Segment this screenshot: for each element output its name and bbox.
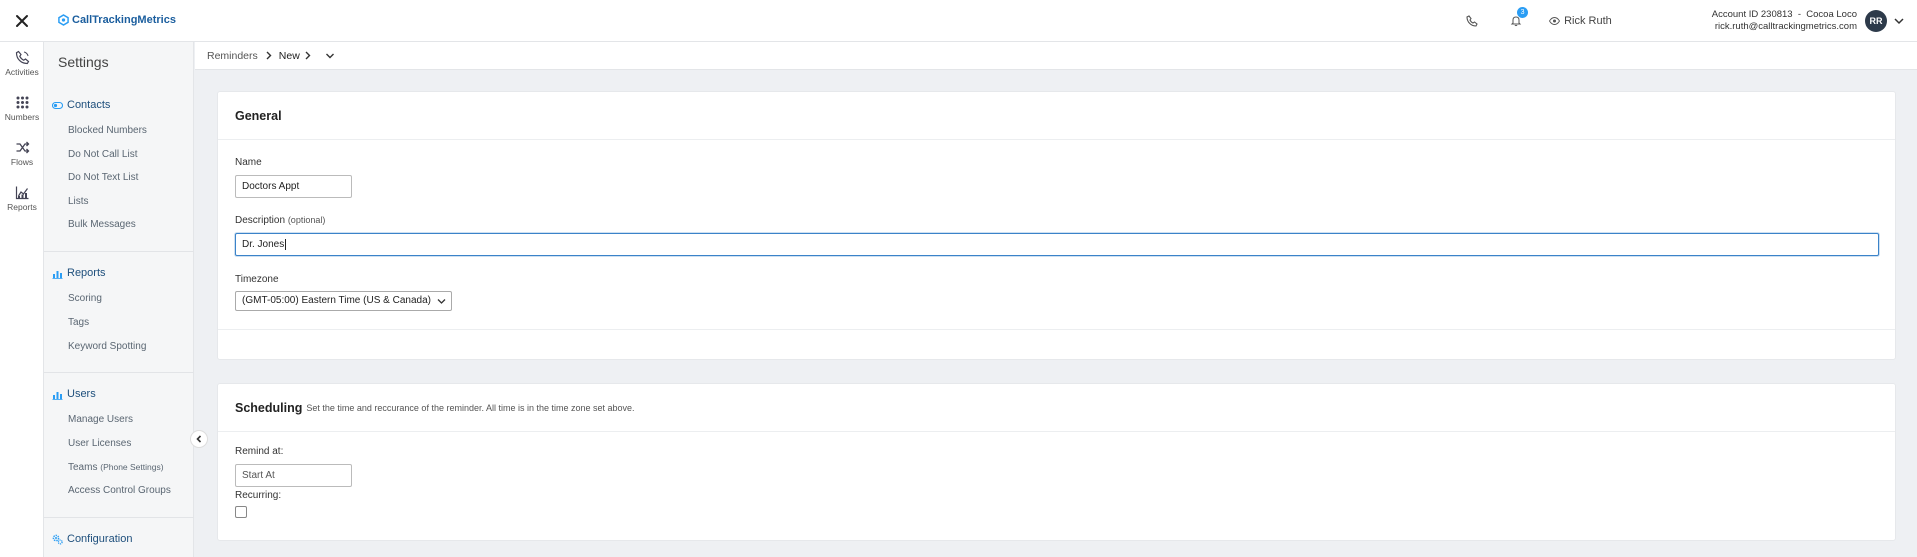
remind-at-input[interactable]: Start At [235,464,352,487]
section-contacts[interactable]: Contacts [52,99,110,111]
sidebar-item-keyword-spotting[interactable]: Keyword Spotting [68,341,146,352]
grid-icon [16,96,28,109]
breadcrumb-new: New [278,49,300,62]
description-label: Description (optional) [235,215,325,226]
close-icon[interactable] [12,11,32,31]
card-header: Scheduling Set the time and reccurance o… [218,384,1895,432]
optional-hint: (optional) [287,215,326,225]
text-caret [285,238,287,250]
user-name: Rick Ruth [1564,15,1612,27]
recurring-checkbox[interactable] [235,506,247,518]
sidebar-item-do-not-call[interactable]: Do Not Call List [68,149,137,160]
sidebar-item-teams[interactable]: Teams (Phone Settings) [68,462,164,473]
sidebar-item-user-licenses[interactable]: User Licenses [68,438,131,449]
chevron-left-icon [196,435,202,443]
rail-item-reports[interactable]: Reports [0,185,44,212]
rail-item-flows[interactable]: Flows [0,140,44,167]
section-heading: Users [67,388,96,400]
remind-at-label: Remind at: [235,446,284,457]
chevron-down-icon [437,299,446,304]
chevron-right-icon [305,51,311,60]
account-line: Account ID 230813 - Cocoa Loco [1711,9,1857,20]
rail-label: Flows [10,157,34,167]
chart-icon [15,186,28,200]
section-configuration[interactable]: Configuration [52,533,132,545]
chevron-right-icon [266,51,272,60]
sidebar-item-blocked-numbers[interactable]: Blocked Numbers [68,125,147,136]
logo-mark-icon [58,14,69,26]
phone-icon[interactable] [1463,12,1481,30]
bar-chart-icon [52,391,63,400]
section-users[interactable]: Users [52,388,96,400]
name-input[interactable]: Doctors Appt [235,175,352,198]
sidebar-item-access-control-groups[interactable]: Access Control Groups [68,485,171,496]
sidebar-divider [44,251,194,252]
user-link[interactable]: Rick Ruth [1549,15,1612,27]
section-reports[interactable]: Reports [52,267,106,279]
sidebar-item-lists[interactable]: Lists [68,196,89,207]
logo-text: CallTrackingMetrics [72,14,176,26]
phone-icon [15,50,29,65]
top-bar: CallTrackingMetrics 3 Rick Ruth Account … [0,0,1917,42]
bar-chart-icon [52,270,63,279]
timezone-value: (GMT-05:00) Eastern Time (US & Canada) [242,295,431,306]
rail-item-activities[interactable]: Activities [0,50,44,77]
app-rail: Activities Numbers Flows Reports [0,42,44,557]
description-value: Dr. Jones [242,239,285,250]
rail-label: Activities [5,67,39,77]
eye-icon [1549,17,1561,25]
section-heading: Reports [67,267,106,279]
section-heading: Configuration [67,533,133,545]
timezone-label: Timezone [235,274,279,285]
sidebar-item-bulk-messages[interactable]: Bulk Messages [68,219,136,230]
name-label: Name [235,157,262,168]
breadcrumb: Reminders New [195,42,1917,70]
settings-sidebar: Settings Contacts Blocked Numbers Do Not… [44,42,194,557]
sidebar-item-manage-users[interactable]: Manage Users [68,414,133,425]
sidebar-item-scoring[interactable]: Scoring [68,293,102,304]
breadcrumb-reminders[interactable]: Reminders [207,50,258,62]
chevron-down-icon[interactable] [325,51,335,61]
settings-title: Settings [58,54,109,70]
teams-suffix: (Phone Settings) [100,462,164,472]
scheduling-title: Scheduling [235,400,303,415]
timezone-select[interactable]: (GMT-05:00) Eastern Time (US & Canada) [235,291,452,311]
notification-badge: 3 [1517,7,1529,18]
app-logo[interactable]: CallTrackingMetrics [58,14,176,26]
notifications-button[interactable]: 3 [1507,7,1529,30]
collapse-sidebar-button[interactable] [190,430,208,448]
sidebar-divider [44,517,194,518]
gears-icon [52,534,63,545]
avatar[interactable]: RR [1865,10,1887,32]
sidebar-divider [44,372,194,373]
teams-label: Teams [68,462,98,473]
card-divider [218,329,1895,330]
rail-label: Numbers [4,112,40,122]
shuffle-icon [16,141,29,154]
account-email: rick.ruth@calltrackingmetrics.com [1714,21,1857,32]
toggle-icon [52,101,63,109]
description-label-text: Description [235,215,286,226]
card-header: General [218,92,1895,140]
account-info[interactable]: Account ID 230813 - Cocoa Loco rick.ruth… [1712,9,1857,33]
scheduling-subtitle: Set the time and reccurance of the remin… [306,402,635,413]
description-input[interactable]: Dr. Jones [235,233,1879,256]
general-card: General Name Doctors Appt Description (o… [217,91,1896,360]
rail-label: Reports [7,202,37,212]
rail-item-numbers[interactable]: Numbers [0,95,44,122]
section-heading: Contacts [67,99,111,111]
general-title: General [235,108,282,123]
scheduling-card: Scheduling Set the time and reccurance o… [217,383,1896,541]
recurring-label: Recurring: [235,490,282,501]
sidebar-item-do-not-text[interactable]: Do Not Text List [68,172,138,183]
chevron-down-icon[interactable] [1893,15,1905,27]
sidebar-item-tags[interactable]: Tags [68,317,89,328]
